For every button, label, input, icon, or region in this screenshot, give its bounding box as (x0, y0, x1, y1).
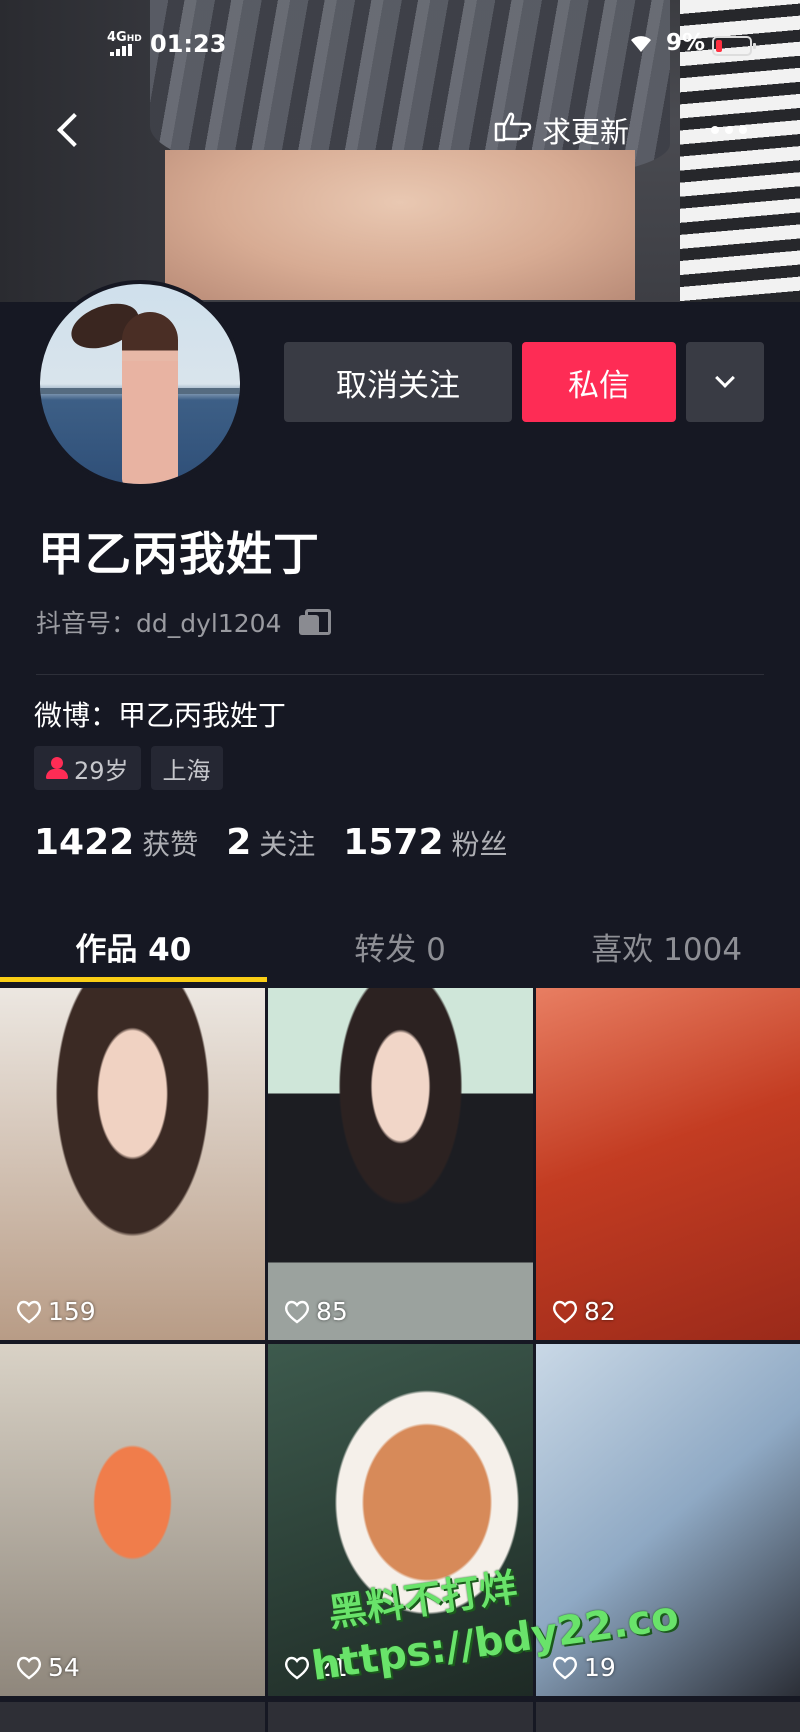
heart-icon (16, 1300, 42, 1323)
video-grid-next-row (0, 1702, 800, 1732)
douyin-id-row: 抖音号：dd_dyl1204 (36, 604, 332, 640)
female-icon (46, 756, 68, 780)
pointing-hand-icon (492, 110, 532, 150)
heart-icon (552, 1656, 578, 1679)
avatar[interactable] (36, 280, 244, 488)
like-count-value: 19 (584, 1653, 616, 1682)
tab-liked[interactable]: 喜欢 1004 (533, 910, 800, 982)
douyin-id: 抖音号：dd_dyl1204 (36, 609, 282, 638)
back-button[interactable] (48, 108, 92, 152)
tag-location: 上海 (150, 746, 223, 790)
stat-likes: 1422 获赞 (34, 822, 198, 863)
video-thumbnail[interactable]: 159 (0, 988, 265, 1340)
profile-nickname: 甲乙丙我姓丁 (38, 527, 320, 581)
stat-followers-label: 粉丝 (451, 828, 508, 861)
heart-icon (284, 1300, 310, 1323)
like-count: 159 (16, 1297, 96, 1326)
tag-age-label: 29岁 (74, 756, 129, 785)
weibo-link[interactable]: 微博：甲乙丙我姓丁 (34, 694, 286, 734)
battery-icon (712, 36, 756, 56)
video-thumbnail[interactable]: 54 (0, 1344, 265, 1696)
like-count: 54 (16, 1653, 80, 1682)
like-count-value: 54 (48, 1653, 80, 1682)
profile-tabs: 作品 40 转发 0 喜欢 1004 (0, 910, 800, 982)
tag-location-label: 上海 (162, 756, 211, 785)
like-count: 85 (284, 1297, 348, 1326)
stat-likes-value: 1422 (34, 822, 135, 863)
stat-followers-value: 1572 (343, 822, 444, 863)
tag-age: 29岁 (34, 746, 141, 790)
more-options-button[interactable] (705, 110, 753, 150)
like-count: 82 (552, 1297, 616, 1326)
recommend-dropdown-button[interactable] (686, 342, 764, 422)
wifi-icon (628, 32, 654, 60)
like-count: 19 (552, 1653, 616, 1682)
stat-following-value: 2 (226, 822, 252, 863)
profile-stats: 1422 获赞 2 关注 1572 粉丝 (34, 822, 536, 863)
video-thumbnail[interactable]: 85 (268, 988, 533, 1340)
divider (36, 674, 764, 675)
copy-icon[interactable] (297, 607, 332, 637)
tab-works[interactable]: 作品 40 (0, 910, 267, 982)
signal-icon (110, 44, 136, 56)
battery-percent: 9% (666, 30, 706, 56)
stat-followers[interactable]: 1572 粉丝 (343, 822, 507, 863)
status-time: 01:23 (150, 30, 227, 58)
request-update-button[interactable]: 求更新 (492, 108, 629, 152)
stat-following-label: 关注 (259, 828, 316, 861)
request-update-label: 求更新 (542, 115, 630, 149)
unfollow-button[interactable]: 取消关注 (284, 342, 512, 422)
like-count-value: 82 (584, 1297, 616, 1326)
chevron-down-icon (715, 368, 735, 388)
like-count-value: 85 (316, 1297, 348, 1326)
profile-tags: 29岁 上海 (34, 746, 223, 790)
video-thumbnail[interactable]: 82 (536, 988, 800, 1340)
heart-icon (16, 1656, 42, 1679)
heart-icon (284, 1656, 310, 1679)
status-bar: 4GHD 01:23 9% (0, 24, 800, 66)
stat-likes-label: 获赞 (142, 828, 199, 861)
like-count-value: 159 (48, 1297, 96, 1326)
tab-reposts[interactable]: 转发 0 (267, 910, 534, 982)
message-button[interactable]: 私信 (522, 342, 676, 422)
heart-icon (552, 1300, 578, 1323)
stat-following[interactable]: 2 关注 (226, 822, 315, 863)
